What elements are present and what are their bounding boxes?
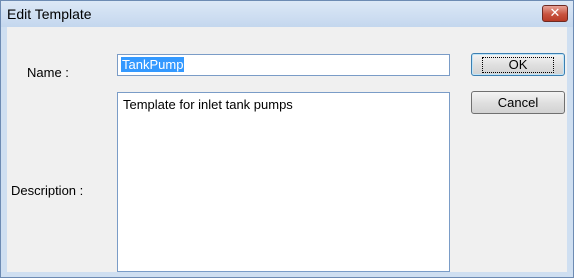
ok-button-label: OK: [481, 57, 555, 73]
name-input-value: TankPump: [121, 57, 185, 72]
cancel-button-label: Cancel: [497, 95, 539, 110]
ok-button[interactable]: OK: [471, 53, 565, 76]
description-label: Description :: [11, 183, 84, 198]
description-value: Template for inlet tank pumps: [123, 97, 293, 112]
cancel-button[interactable]: Cancel: [471, 91, 565, 114]
description-textarea[interactable]: Template for inlet tank pumps: [117, 92, 450, 272]
close-icon: ✕: [549, 6, 561, 21]
dialog-body: Name : TankPump Description : Template f…: [7, 27, 567, 272]
close-button[interactable]: ✕: [542, 5, 568, 22]
title-bar[interactable]: Edit Template ✕: [1, 1, 573, 27]
name-label: Name :: [27, 65, 69, 80]
edit-template-dialog: Edit Template ✕ Name : TankPump Descript…: [0, 0, 574, 278]
window-title: Edit Template: [7, 6, 92, 22]
name-input[interactable]: TankPump: [117, 54, 450, 76]
